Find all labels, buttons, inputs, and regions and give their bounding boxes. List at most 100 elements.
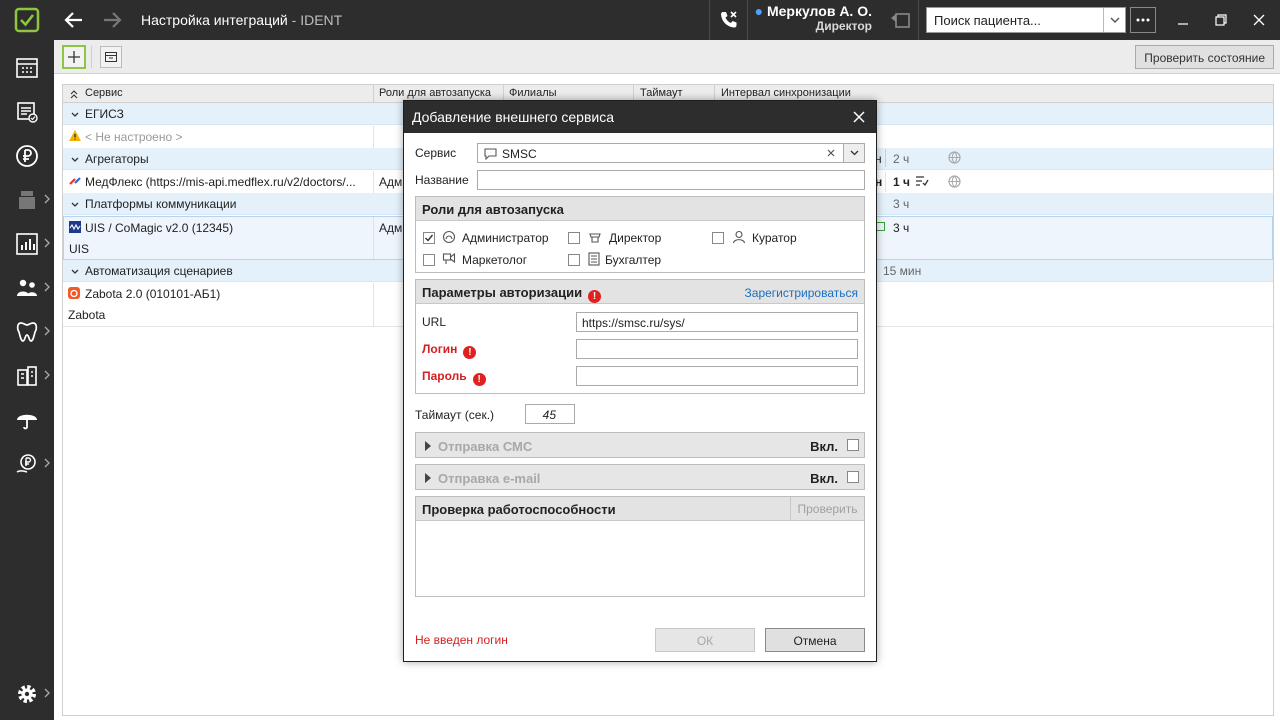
zabota-icon [68,287,80,299]
sidebar-item-warehouse[interactable] [0,356,54,396]
cancel-button[interactable]: Отмена [765,628,865,652]
role-director-checkbox[interactable] [568,232,580,244]
cell-divider [373,171,374,193]
user-role: Директор [815,19,872,33]
archive-icon [105,52,117,62]
service-name: < Не настроено > [85,130,183,144]
sidebar-item-payroll[interactable] [0,444,54,484]
login-input[interactable] [576,339,858,359]
user-icon: ● [754,3,764,19]
add-service-dialog: Добавление внешнего сервиса Сервис SMSC … [403,100,877,662]
column-header-interval[interactable]: Интервал синхронизации [721,87,851,99]
service-roles: Адм [379,221,403,235]
chevron-down-icon[interactable] [843,144,864,162]
sms-section-title: Отправка СМС [438,439,533,454]
plus-icon [68,51,80,63]
sidebar-item-patients[interactable] [0,268,54,308]
email-section-title: Отправка e-mail [438,471,541,486]
more-options-button[interactable] [1130,7,1156,33]
back-arrow-icon[interactable] [62,8,86,32]
column-divider [373,85,374,103]
email-enabled-checkbox[interactable] [847,471,859,483]
tooth-icon [16,322,38,342]
sidebar-item-tasks[interactable] [0,92,54,132]
ok-button[interactable]: ОК [655,628,755,652]
uis-icon [69,221,81,233]
chevron-down-icon[interactable] [1103,8,1125,32]
chevron-right-icon [44,370,50,380]
archive-button[interactable] [100,46,122,68]
cell-divider [373,283,374,327]
medflex-icon [69,175,81,187]
role-curator-checkbox[interactable] [712,232,724,244]
check-status-button[interactable]: Проверить состояние [1135,45,1274,69]
health-check-section: Проверка работоспособности Проверить [415,496,865,597]
expand-arrow-icon [425,441,431,451]
password-input[interactable] [576,366,858,386]
window-app-name: - IDENT [287,12,343,28]
service-subtitle: UIS [69,242,90,256]
service-roles: Адм [379,175,403,189]
title-bar: Настройка интеграций - IDENT ● Меркулов … [0,0,1280,40]
email-section[interactable]: Отправка e-mail Вкл. [415,464,865,490]
restore-icon[interactable] [1211,10,1231,30]
group-label: Платформы коммуникации [85,197,237,211]
collapse-all-icon[interactable] [70,90,78,99]
error-message: Не введен логин [415,633,508,647]
checklist-icon [915,175,929,187]
sms-enabled-label: Вкл. [810,439,838,454]
auth-section-header: Параметры авторизации! Зарегистрироватьс… [416,280,864,304]
user-info[interactable]: ● Меркулов А. О. Директор [748,0,878,40]
close-window-icon[interactable] [1249,10,1269,30]
service-select[interactable]: SMSC [477,143,865,163]
sidebar-item-finance[interactable] [0,136,54,176]
sms-section[interactable]: Отправка СМС Вкл. [415,432,865,458]
sidebar-item-insurance[interactable] [0,400,54,440]
column-header-branches[interactable]: Филиалы [509,87,557,99]
error-icon: ! [472,373,486,386]
app-logo-icon[interactable] [0,0,54,40]
role-admin-checkbox[interactable] [423,232,435,244]
column-header-timeout[interactable]: Таймаут [640,87,683,99]
toolbar-divider [91,46,92,68]
sms-enabled-checkbox[interactable] [847,439,859,451]
column-header-service[interactable]: Сервис [85,87,123,99]
history-icon[interactable] [888,9,912,31]
error-icon: ! [463,346,477,359]
chevron-right-icon [44,458,50,468]
register-link[interactable]: Зарегистрироваться [745,286,858,300]
sync-interval: 3 ч [893,221,910,235]
cash-register-icon [19,191,35,209]
url-label: URL [422,315,447,329]
auth-section-title: Параметры авторизации [422,285,583,300]
role-accountant-checkbox[interactable] [568,254,580,266]
health-check-button[interactable]: Проверить [790,497,864,520]
gear-icon [18,685,36,703]
name-input[interactable] [477,170,865,190]
globe-icon [948,175,961,188]
add-service-button[interactable] [62,45,86,69]
phone-call-icon[interactable] [718,9,740,31]
role-marketer-checkbox[interactable] [423,254,435,266]
sidebar-item-settings[interactable] [0,674,54,714]
chevron-right-icon [44,326,50,336]
patient-search-input[interactable]: Поиск пациента... [926,7,1126,33]
sidebar-item-schedule[interactable] [0,48,54,88]
cell-divider [885,149,886,167]
calculator-icon [588,252,600,266]
sidebar-item-dentistry[interactable] [0,312,54,352]
forward-arrow-icon[interactable] [100,8,124,32]
minimize-icon[interactable] [1173,10,1193,30]
timeout-label: Таймаут (сек.) [415,408,495,422]
toolbar: Проверить состояние [54,40,1280,74]
chevron-down-icon [71,112,79,118]
url-input[interactable]: https://smsc.ru/sys/ [576,312,858,332]
sidebar-item-reports[interactable] [0,224,54,264]
close-icon[interactable] [852,110,866,124]
timeout-input[interactable]: 45 [525,404,575,424]
sidebar-item-cash-register[interactable] [0,180,54,220]
ruble-icon [16,145,38,167]
chevron-right-icon [44,238,50,248]
column-header-roles[interactable]: Роли для автозапуска [379,87,491,99]
clear-icon[interactable] [827,149,835,157]
